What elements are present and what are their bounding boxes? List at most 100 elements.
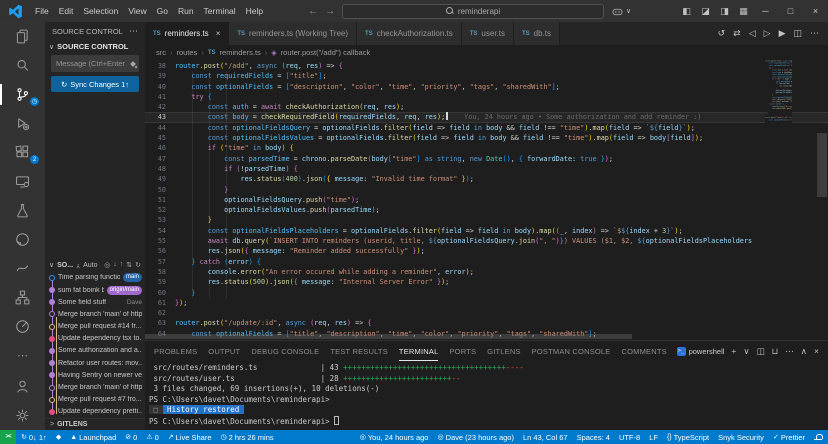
maximize-panel-icon[interactable]: ∧ — [801, 346, 807, 357]
menu-selection[interactable]: Selection — [78, 6, 123, 16]
repo-icon[interactable]: ◎ — [104, 261, 110, 269]
close-panel-icon[interactable]: × — [814, 346, 819, 356]
status-sync-status[interactable]: ↻0↓ 1↑ — [21, 433, 47, 442]
status-time-tracker[interactable]: ◷2 hrs 26 mins — [221, 433, 274, 442]
status-formatter[interactable]: ✓Prettier — [773, 433, 805, 442]
activity-remote-explorer[interactable] — [0, 167, 45, 196]
breadcrumb-item[interactable]: src — [156, 48, 166, 57]
tab-db-ts[interactable]: TSdb.ts — [514, 22, 560, 45]
status-live-share[interactable]: ↗Live Share — [168, 433, 212, 442]
commit-item[interactable]: Merge branch 'main' of http... — [45, 308, 145, 320]
terminal-dropdown-icon[interactable]: ∨ — [743, 346, 749, 357]
activity-run-debug[interactable] — [0, 109, 45, 138]
menu-help[interactable]: Help — [241, 6, 268, 16]
menu-file[interactable]: File — [30, 6, 54, 16]
commit-item[interactable]: Some authorization and a... — [45, 345, 145, 357]
activity-source-control[interactable]: ◷ — [0, 80, 45, 109]
sync-changes-button[interactable]: ↻ Sync Changes 1↑ — [51, 76, 139, 92]
status-launchpad[interactable]: ▲Launchpad — [70, 433, 116, 442]
commit-item[interactable]: Some field stuffDave — [45, 296, 145, 308]
tab-reminders-ts-working-tree[interactable]: TSreminders.ts (Working Tree) — [229, 22, 357, 45]
tab-checkauthorization-ts[interactable]: TScheckAuthorization.ts — [357, 22, 462, 45]
refresh-icon[interactable]: ↻ — [135, 261, 141, 269]
navigate-forward-icon[interactable]: → — [325, 6, 335, 17]
horizontal-scrollbar[interactable] — [145, 334, 632, 339]
minimap[interactable]: router.post("/add", async (req, res) => … — [765, 60, 792, 212]
activity-explorer[interactable] — [0, 22, 45, 51]
commit-item[interactable]: Merge pull request #7 fro... — [45, 394, 145, 406]
split-editor-icon[interactable]: ◫ — [793, 28, 802, 39]
tab-user-ts[interactable]: TSuser.ts — [462, 22, 514, 45]
toggle-primary-sidebar-icon[interactable]: ◧ — [677, 6, 696, 17]
more-actions-icon[interactable]: ⋯ — [810, 28, 819, 39]
next-change-icon[interactable]: ▷ — [764, 28, 771, 39]
panel-tab-ports[interactable]: PORTS — [449, 341, 476, 361]
close-button[interactable]: × — [803, 0, 828, 22]
activity-extensions[interactable]: 2 — [0, 138, 45, 167]
toggle-secondary-sidebar-icon[interactable]: ◨ — [715, 6, 734, 17]
status-eol[interactable]: LF — [649, 433, 658, 442]
breadcrumb-item[interactable]: router.post("/add") callback — [281, 48, 371, 57]
panel-tab-gitlens[interactable]: GITLENS — [487, 341, 521, 361]
new-terminal-icon[interactable]: + — [731, 346, 736, 356]
panel-tab-comments[interactable]: COMMENTS — [622, 341, 667, 361]
open-changes-icon[interactable]: ⇄ — [733, 28, 741, 39]
status-gitkraken[interactable]: ◆ — [56, 433, 61, 441]
terminal-shell-item[interactable]: >_ powershell — [677, 347, 725, 356]
status-errors[interactable]: ⊘0 — [125, 433, 137, 442]
kill-terminal-icon[interactable]: ⊔ — [772, 346, 779, 357]
close-tab-icon[interactable]: × — [216, 29, 221, 38]
panel-tab-terminal[interactable]: TERMINAL — [399, 341, 439, 361]
status-indentation[interactable]: Spaces: 4 — [577, 433, 610, 442]
menu-run[interactable]: Run — [173, 6, 199, 16]
scm-section-header[interactable]: ∨ SOURCE CONTROL — [45, 40, 145, 53]
more-actions-icon[interactable]: ⋯ — [129, 26, 138, 37]
panel-tab-postman-console[interactable]: POSTMAN CONSOLE — [532, 341, 611, 361]
split-terminal-icon[interactable]: ◫ — [757, 346, 765, 357]
sparkle-icon[interactable] — [130, 61, 136, 67]
vertical-scrollbar[interactable] — [817, 133, 827, 197]
run-file-icon[interactable]: ▶ — [779, 28, 786, 39]
commit-item[interactable]: Having Sentry on newer versi... — [45, 369, 145, 381]
status-encoding[interactable]: UTF-8 — [619, 433, 640, 442]
terminal-output[interactable]: src/routes/reminders.ts | 43 +++++++++++… — [145, 361, 828, 430]
status-cursor-position[interactable]: Ln 43, Col 67 — [523, 433, 568, 442]
commit-item[interactable]: sum fat boink b...origin/main — [45, 284, 145, 296]
breadcrumb-item[interactable]: reminders.ts — [220, 48, 261, 57]
commit-item[interactable]: Merge pull request #14 fr... — [45, 321, 145, 333]
more-icon[interactable]: ⋯ — [785, 346, 794, 357]
panel-tab-output[interactable]: OUTPUT — [208, 341, 240, 361]
code-editor[interactable]: 38router.post("/add", async (req, res) =… — [145, 60, 828, 340]
commit-item[interactable]: Update dependency tsx to... — [45, 333, 145, 345]
maximize-button[interactable]: □ — [778, 0, 803, 22]
activity-search[interactable] — [0, 51, 45, 80]
pull-icon[interactable]: ↓ — [113, 261, 117, 269]
commit-message-input[interactable] — [51, 55, 139, 72]
panel-tab-problems[interactable]: PROBLEMS — [154, 341, 197, 361]
remote-indicator[interactable]: >< — [0, 430, 16, 444]
commit-item[interactable]: Merge branch 'main' of http... — [45, 381, 145, 393]
previous-change-icon[interactable]: ◁ — [749, 28, 756, 39]
graph-auto-label[interactable]: Auto — [83, 262, 97, 269]
customize-layout-icon[interactable]: ▦ — [734, 6, 753, 17]
push-icon[interactable]: ↑ — [120, 261, 124, 269]
status-language-mode[interactable]: {}TypeScript — [667, 433, 709, 442]
status-blame-you[interactable]: ◎You, 24 hours ago — [360, 433, 429, 442]
commit-item[interactable]: Update dependency pretti... — [45, 406, 145, 418]
menu-terminal[interactable]: Terminal — [199, 6, 241, 16]
tab-reminders-ts[interactable]: TSreminders.ts× — [145, 22, 229, 45]
minimize-button[interactable]: ─ — [753, 0, 778, 22]
navigate-back-icon[interactable]: ← — [308, 6, 318, 17]
menu-edit[interactable]: Edit — [54, 6, 79, 16]
activity-github[interactable] — [0, 225, 45, 254]
commit-item[interactable]: Time parsing functio...main — [45, 272, 145, 284]
timeline-icon[interactable]: ↺ — [718, 28, 726, 39]
copilot-menu[interactable]: ∨ — [611, 5, 631, 18]
activity-live-share[interactable] — [0, 254, 45, 283]
status-warnings[interactable]: ⚠0 — [146, 433, 158, 442]
commit-item[interactable]: Refactor user routes: mov... — [45, 357, 145, 369]
panel-tab-test-results[interactable]: TEST RESULTS — [330, 341, 388, 361]
activity-more[interactable]: ⋯ — [0, 341, 45, 370]
activity-postman[interactable] — [0, 312, 45, 341]
fetch-icon[interactable]: ⇅ — [126, 261, 132, 269]
